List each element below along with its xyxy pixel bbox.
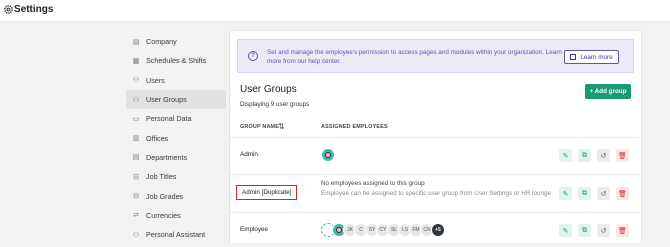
row-actions: ✎ ⧉ ↺ 🗑 xyxy=(559,187,629,200)
sidebar-item-label: User Groups xyxy=(146,95,187,105)
settings-sidebar: ▤ Company ▦ Schedules & Shifts ⚇ Users ⚇ Use… xyxy=(126,32,226,244)
exchange-icon: ⇄ xyxy=(133,212,139,220)
sidebar-item-label: Schedules & Shifts xyxy=(146,56,207,66)
edit-icon[interactable]: ✎ xyxy=(559,187,572,200)
sidebar-item-user-groups[interactable]: ⚇ User Groups xyxy=(126,89,226,110)
sidebar-item-offices[interactable]: ▥ Offices xyxy=(126,128,226,147)
sidebar-item-job-titles[interactable]: ⊟ Job Titles xyxy=(126,167,226,186)
row-actions: ✎ ⧉ ↺ 🗑 xyxy=(559,224,629,237)
sidebar-item-label: Currencies xyxy=(146,210,181,220)
duplicate-icon[interactable]: ⧉ xyxy=(578,224,591,237)
learn-more-button[interactable]: Learn more xyxy=(564,50,619,64)
building-icon: ▤ xyxy=(132,38,140,46)
briefcase-icon: ⊟ xyxy=(133,193,139,201)
add-group-button[interactable]: + Add group xyxy=(585,84,631,99)
question-icon: ? xyxy=(248,51,258,61)
book-icon xyxy=(570,54,577,60)
sidebar-item-label: Departments xyxy=(146,152,188,162)
group-name: Employee xyxy=(240,226,269,233)
table-row[interactable]: Admin ✎ ⧉ ↺ 🗑 xyxy=(230,138,641,175)
avatar[interactable] xyxy=(321,148,335,162)
sort-icon[interactable]: ⇅ xyxy=(278,122,285,131)
empty-title: No employees assigned to this group xyxy=(321,180,425,187)
id-card-icon: ▭ xyxy=(132,115,140,123)
group-name: Admin [Duplicate] xyxy=(236,185,298,200)
sidebar-item-label: Job Titles xyxy=(146,172,177,182)
assigned-avatars: ⁘ JK C SY CY SL LS FM CN +5 xyxy=(321,223,445,237)
delete-icon[interactable]: 🗑 xyxy=(616,149,629,162)
group-count: Displaying 9 user groups xyxy=(240,101,310,108)
sidebar-item-personal-data[interactable]: ▭ Personal Data xyxy=(126,109,226,128)
history-icon[interactable]: ↺ xyxy=(597,187,610,200)
sidebar-item-label: Users xyxy=(146,75,165,85)
group-name: Admin xyxy=(240,151,258,158)
gear-icon xyxy=(4,5,13,14)
duplicate-icon[interactable]: ⧉ xyxy=(578,187,591,200)
user-groups-panel: ? Set and manage the employee's permissi… xyxy=(229,30,642,243)
sidebar-item-users[interactable]: ⚇ Users xyxy=(126,71,226,90)
column-header-group-name: GROUP NAME xyxy=(240,124,280,130)
duplicate-icon[interactable]: ⧉ xyxy=(578,149,591,162)
assigned-avatars xyxy=(321,148,335,162)
table-row[interactable]: Admin [Duplicate] No employees assigned … xyxy=(230,175,641,213)
info-text: Set and manage the employee's permission… xyxy=(267,49,562,65)
sidebar-item-job-grades[interactable]: ⊟ Job Grades xyxy=(126,186,226,205)
sidebar-item-schedules[interactable]: ▦ Schedules & Shifts xyxy=(126,51,226,70)
delete-icon[interactable]: 🗑 xyxy=(616,224,629,237)
top-bar: Settings xyxy=(0,0,670,22)
column-header-assigned-employees: ASSIGNED EMPLOYEES xyxy=(321,124,388,130)
row-actions: ✎ ⧉ ↺ 🗑 xyxy=(559,149,629,162)
briefcase-icon: ⊟ xyxy=(133,173,139,181)
edit-icon[interactable]: ✎ xyxy=(559,224,572,237)
sidebar-item-personal-assistant[interactable]: ⚇ Personal Assistant xyxy=(126,225,226,244)
section-title: User Groups xyxy=(240,84,297,95)
info-banner: ? Set and manage the employee's permissi… xyxy=(237,39,634,73)
sidebar-item-label: Offices xyxy=(146,133,169,143)
sidebar-item-label: Personal Assistant xyxy=(146,230,206,240)
user-group-icon: ⚇ xyxy=(132,96,140,104)
page-title: Settings xyxy=(14,4,54,15)
delete-icon[interactable]: 🗑 xyxy=(616,187,629,200)
sidebar-item-label: Company xyxy=(146,37,177,47)
sidebar-item-company[interactable]: ▤ Company xyxy=(126,32,226,51)
department-icon: ▤ xyxy=(132,154,140,162)
learn-more-label: Learn more xyxy=(580,53,613,61)
sidebar-item-currencies[interactable]: ⇄ Currencies xyxy=(126,206,226,225)
history-icon[interactable]: ↺ xyxy=(597,224,610,237)
sidebar-item-label: Personal Data xyxy=(146,114,192,124)
office-icon: ▥ xyxy=(132,135,140,143)
empty-description: Employee can be assigned to specific use… xyxy=(321,190,551,197)
edit-icon[interactable]: ✎ xyxy=(559,149,572,162)
sidebar-item-departments[interactable]: ▤ Departments xyxy=(126,148,226,167)
more-avatars-badge[interactable]: +5 xyxy=(431,223,445,237)
sidebar-item-label: Job Grades xyxy=(146,191,184,201)
history-icon[interactable]: ↺ xyxy=(597,149,610,162)
assistant-icon: ⚇ xyxy=(132,231,140,239)
users-icon: ⚇ xyxy=(132,77,140,85)
calendar-icon: ▦ xyxy=(132,57,140,65)
